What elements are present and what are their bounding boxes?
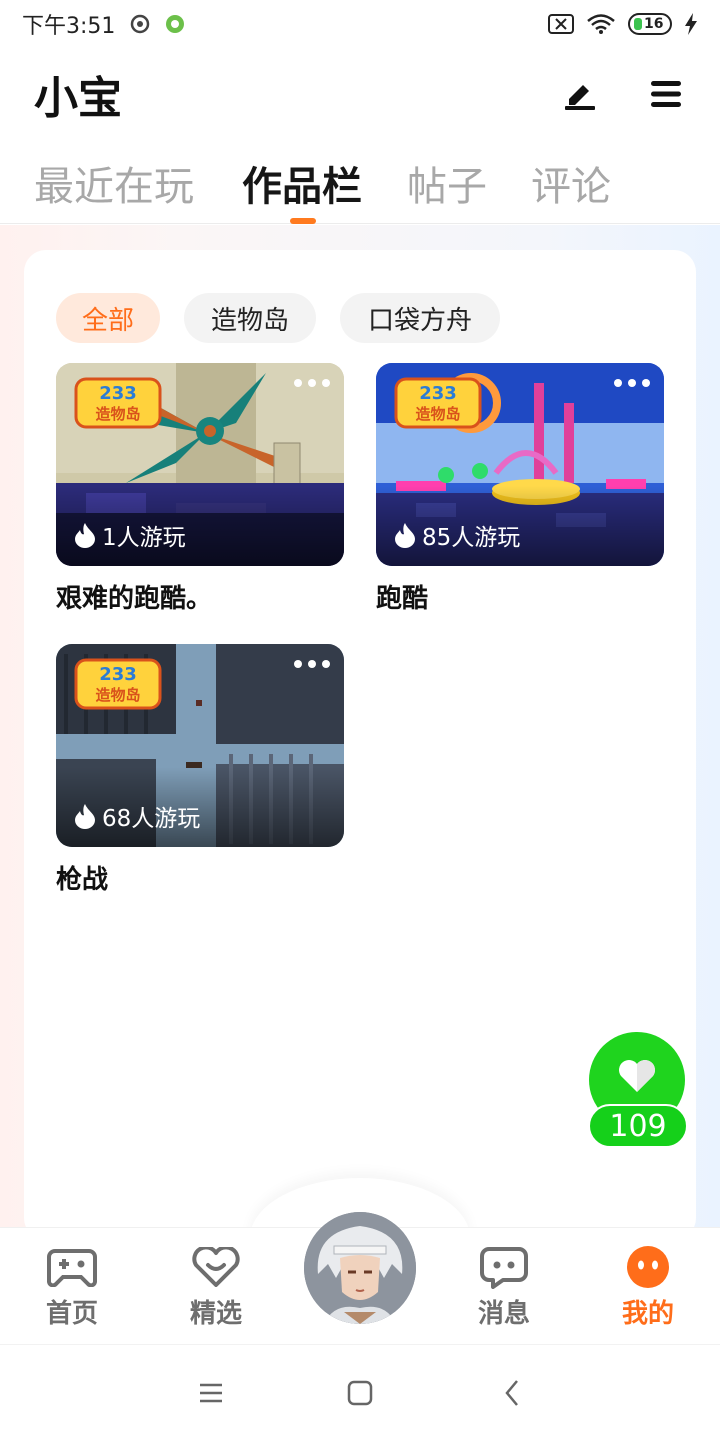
filter-chip-zaowudao[interactable]: 造物岛 xyxy=(184,293,316,343)
play-count-text: 85人游玩 xyxy=(422,525,521,551)
game-title[interactable]: 跑酷 xyxy=(376,578,664,615)
nav-item-messages[interactable]: 消息 xyxy=(454,1245,554,1330)
game-card[interactable]: 233 造物岛 1人游玩 艰难的跑酷。 xyxy=(56,363,344,615)
tab-comments[interactable]: 评论 xyxy=(531,154,611,212)
chat-icon xyxy=(478,1245,530,1289)
avatar-image xyxy=(304,1212,416,1324)
svg-text:造物岛: 造物岛 xyxy=(95,405,140,423)
tab-posts[interactable]: 帖子 xyxy=(407,154,487,212)
like-button[interactable]: 109 xyxy=(588,1032,688,1150)
game-card[interactable]: 233 造物岛 85人游玩 跑酷 xyxy=(376,363,664,615)
nav-item-featured[interactable]: 精选 xyxy=(166,1245,266,1330)
filter-chip-all[interactable]: 全部 xyxy=(56,293,160,343)
battery-icon: 16 xyxy=(628,13,672,35)
filter-chip-koudai-fangzhou[interactable]: 口袋方舟 xyxy=(340,293,500,343)
nav-item-home[interactable]: 首页 xyxy=(22,1245,122,1330)
svg-text:233: 233 xyxy=(419,383,457,404)
active-tab-indicator xyxy=(290,218,316,224)
heart-icon xyxy=(619,1060,655,1092)
game-card[interactable]: 233 造物岛 68人游玩 枪战 xyxy=(56,644,344,896)
game-thumbnail[interactable]: 233 造物岛 68人游玩 xyxy=(56,644,344,847)
fire-icon xyxy=(395,523,415,548)
wifi-icon xyxy=(586,13,616,35)
status-time: 下午3:51 xyxy=(22,14,116,39)
nav-label-messages: 消息 xyxy=(477,1299,530,1329)
menu-icon[interactable] xyxy=(646,74,686,114)
status-bar: 下午3:51 16 xyxy=(0,0,720,48)
nav-label-profile: 我的 xyxy=(621,1299,674,1329)
game-thumbnail[interactable]: 233 造物岛 85人游玩 xyxy=(376,363,664,566)
profile-header: 小宝 xyxy=(0,48,720,140)
back-icon[interactable] xyxy=(496,1377,528,1409)
nav-label-featured: 精选 xyxy=(189,1299,242,1329)
svg-text:233: 233 xyxy=(99,383,137,404)
recent-apps-icon[interactable] xyxy=(195,1377,227,1409)
svg-text:造物岛: 造物岛 xyxy=(415,405,460,423)
more-options-icon[interactable] xyxy=(614,379,650,387)
game-thumbnail[interactable]: 233 造物岛 1人游玩 xyxy=(56,363,344,566)
play-count: 1人游玩 xyxy=(74,518,186,552)
game-title[interactable]: 枪战 xyxy=(56,859,344,896)
zaowudao-logo-icon: 233 造物岛 xyxy=(74,658,162,710)
heart-smile-icon xyxy=(190,1245,242,1289)
gamepad-icon xyxy=(46,1245,98,1289)
profile-icon xyxy=(622,1245,674,1289)
more-options-icon[interactable] xyxy=(294,660,330,668)
play-count: 68人游玩 xyxy=(74,799,200,833)
media-icon xyxy=(129,13,151,35)
game-title[interactable]: 艰难的跑酷。 xyxy=(56,578,344,615)
home-icon[interactable] xyxy=(344,1377,376,1409)
more-options-icon[interactable] xyxy=(294,379,330,387)
like-count: 109 xyxy=(588,1104,688,1148)
tab-works[interactable]: 作品栏 xyxy=(242,154,362,212)
tab-recently-played[interactable]: 最近在玩 xyxy=(34,154,194,212)
zaowudao-logo-icon: 233 造物岛 xyxy=(74,377,162,429)
fire-icon xyxy=(75,804,95,829)
play-count-text: 68人游玩 xyxy=(102,806,201,832)
sim-error-icon xyxy=(548,14,574,34)
edit-icon[interactable] xyxy=(560,74,600,114)
battery-level: 16 xyxy=(644,16,664,32)
svg-text:造物岛: 造物岛 xyxy=(95,686,140,704)
app-notification-icon xyxy=(165,14,185,34)
nav-label-home: 首页 xyxy=(45,1299,98,1329)
play-count-text: 1人游玩 xyxy=(102,525,186,551)
page-title: 小宝 xyxy=(34,73,122,124)
svg-text:233: 233 xyxy=(99,664,137,685)
profile-tabs: 最近在玩 作品栏 帖子 评论 xyxy=(0,140,720,224)
system-navigation-bar xyxy=(0,1344,720,1440)
charging-icon xyxy=(684,13,698,35)
play-count: 85人游玩 xyxy=(394,518,520,552)
zaowudao-logo-icon: 233 造物岛 xyxy=(394,377,482,429)
nav-item-profile[interactable]: 我的 xyxy=(598,1245,698,1330)
fire-icon xyxy=(75,523,95,548)
avatar[interactable] xyxy=(304,1212,416,1324)
